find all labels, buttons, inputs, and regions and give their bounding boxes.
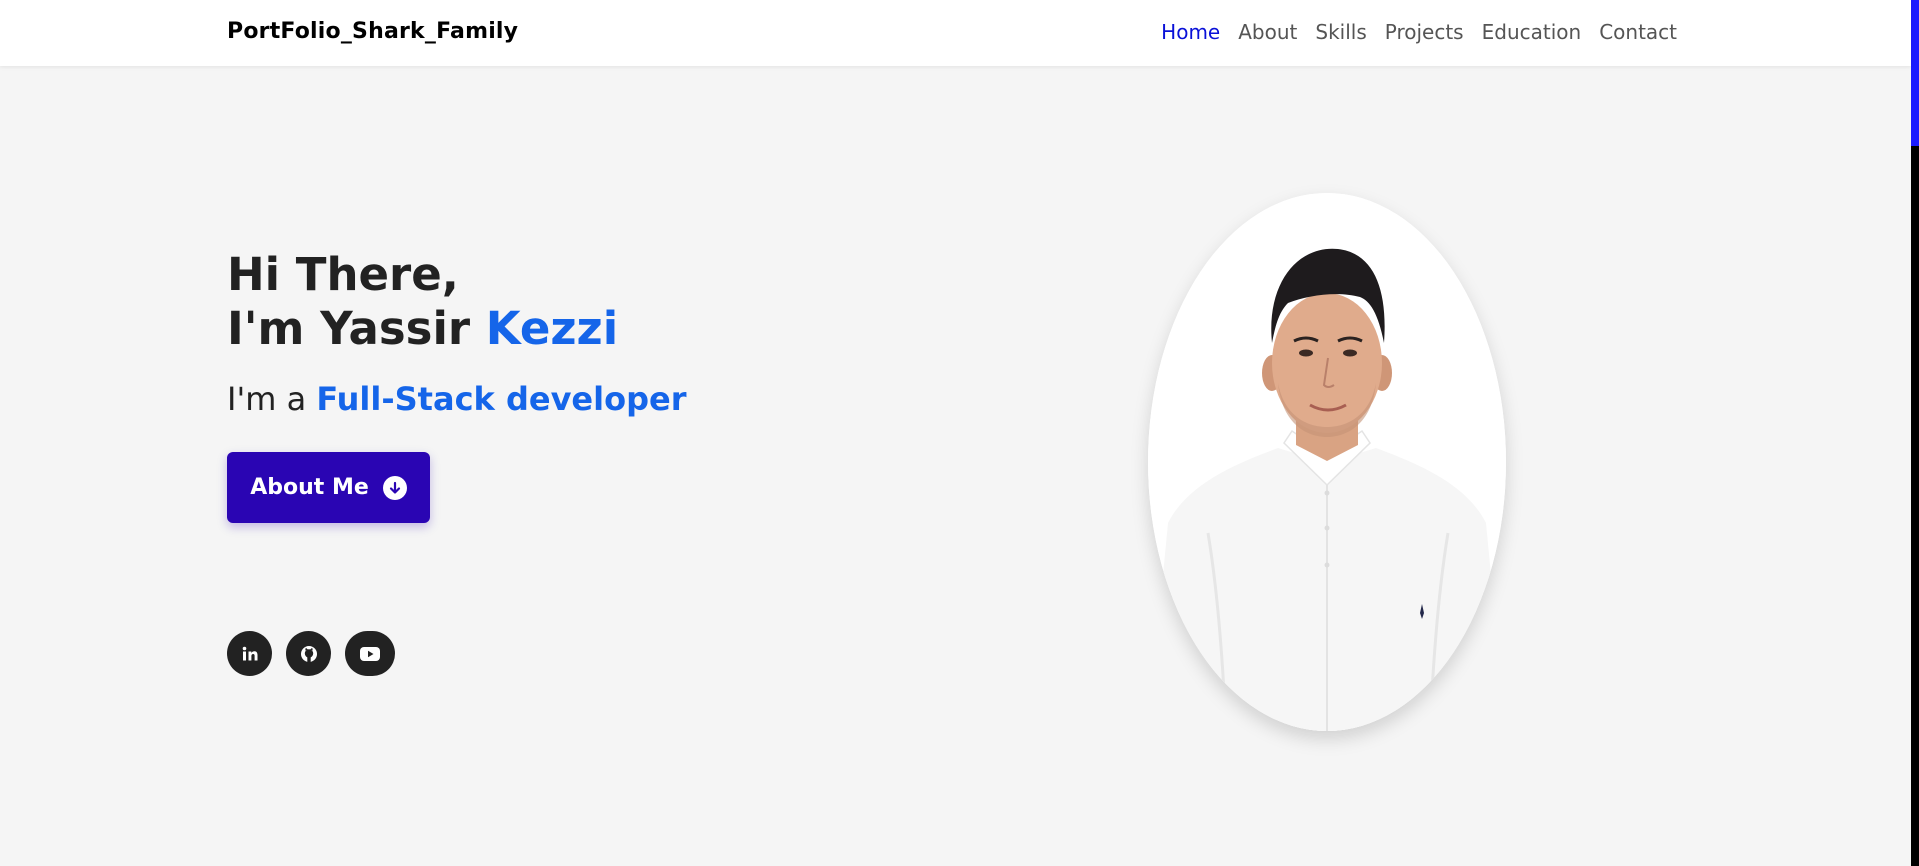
nav-skills[interactable]: Skills (1315, 20, 1366, 44)
hero-name: I'm Yassir (227, 302, 486, 355)
hero-role-accent: Full-Stack developer (316, 380, 687, 418)
youtube-icon (360, 646, 380, 661)
hero-role-prefix: I'm a (227, 380, 317, 418)
scrollbar-thumb[interactable] (1911, 0, 1919, 146)
hero-name-accent: Kezzi (485, 302, 619, 355)
hero-greeting: Hi There, I'm Yassir Kezzi (227, 248, 686, 356)
brand-logo[interactable]: PortFolio_Shark_Family (227, 19, 518, 44)
nav-about[interactable]: About (1238, 20, 1297, 44)
nav-projects[interactable]: Projects (1385, 20, 1464, 44)
youtube-button[interactable] (345, 631, 395, 676)
nav-education[interactable]: Education (1482, 20, 1582, 44)
about-me-label: About Me (250, 475, 369, 500)
nav-menu: Home About Skills Projects Education Con… (1161, 20, 1677, 44)
hero-greeting-line2: I'm Yassir Kezzi (227, 302, 686, 356)
github-icon (300, 645, 317, 662)
social-links (227, 631, 395, 676)
linkedin-button[interactable] (227, 631, 272, 676)
navbar: PortFolio_Shark_Family Home About Skills… (0, 0, 1911, 66)
person-illustration (1148, 193, 1506, 731)
github-button[interactable] (286, 631, 331, 676)
nav-home[interactable]: Home (1161, 20, 1220, 44)
hero-text: Hi There, I'm Yassir Kezzi I'm a Full-St… (227, 248, 686, 418)
linkedin-icon (242, 646, 257, 660)
arrow-down-circle-icon (382, 475, 407, 500)
about-me-button[interactable]: About Me (227, 452, 430, 523)
hero-greeting-line1: Hi There, (227, 248, 459, 301)
profile-photo (1148, 193, 1506, 731)
hero-role: I'm a Full-Stack developer (227, 380, 686, 418)
nav-contact[interactable]: Contact (1599, 20, 1677, 44)
